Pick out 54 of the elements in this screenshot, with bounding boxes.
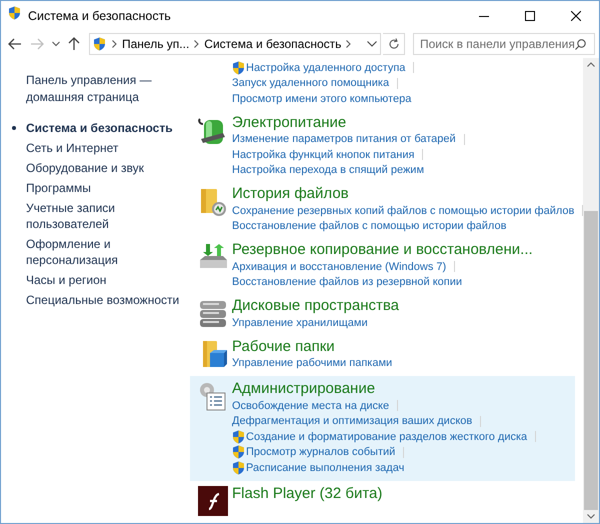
section-title[interactable]: Резервное копирование и восстановлени... [232, 240, 533, 259]
task-link[interactable]: Управление рабочими папками [232, 357, 392, 370]
task-link[interactable]: Восстановление файлов с помощью истории файлов [232, 220, 506, 232]
task-link[interactable]: Настройка удаленного доступа [246, 62, 406, 74]
section-title[interactable]: Администрирование [232, 379, 376, 398]
address-dropdown-button[interactable] [364, 41, 380, 47]
section-title[interactable]: Рабочие папки [232, 336, 335, 356]
stacked-disks-icon [197, 298, 229, 330]
sidebar-item[interactable]: Оформление и персонализация [26, 236, 190, 268]
task-link[interactable]: Настройка перехода в спящий режим [232, 164, 424, 176]
task-link[interactable]: Дефрагментация и оптимизация ваших дисков [232, 415, 472, 428]
section-title[interactable]: Электропитание [232, 112, 346, 132]
scrollbar[interactable] [583, 58, 599, 523]
sidebar-item[interactable]: Часы и регион [26, 272, 190, 288]
task-link[interactable]: Настройка функций кнопок питания [232, 148, 414, 161]
sidebar-item[interactable]: Оборудование и звук [26, 160, 190, 176]
task-link[interactable]: Расписание выполнения задач [246, 462, 404, 474]
caret-icon [52, 41, 60, 47]
scroll-thumb[interactable] [584, 211, 598, 510]
address-bar[interactable]: Панель уп... Система и безопасность [89, 33, 381, 55]
breadcrumb[interactable]: Панель уп... [122, 37, 190, 51]
section-title[interactable]: Дисковые пространства [232, 296, 400, 315]
refresh-button[interactable] [383, 33, 405, 55]
sidebar-item[interactable]: Учетные записи пользователей [26, 200, 190, 232]
flash-logo-icon [198, 486, 228, 516]
task-link[interactable]: Сохранение резервных копий файлов с помощью истории файлов [232, 204, 574, 217]
sidebar-item[interactable]: Система и безопасность [26, 120, 190, 136]
task-link[interactable]: Создание и форматирование разделов жесткого диска [246, 430, 528, 443]
maximize-icon [525, 10, 535, 20]
app-icon [8, 6, 21, 20]
search-icon [575, 38, 586, 50]
task-link[interactable]: Восстановление файлов из резервной копии [232, 276, 462, 288]
section-title[interactable]: Flash Player (32 бита) [232, 484, 382, 502]
sidebar-item[interactable]: Сеть и Интернет [26, 140, 190, 156]
breadcrumb[interactable]: Система и безопасность [204, 37, 342, 51]
sidebar-item[interactable]: Специальные возможности [26, 292, 190, 308]
task-link[interactable]: Запуск удаленного помощника [232, 77, 390, 90]
section-title[interactable]: История файлов [232, 184, 349, 203]
refresh-icon [388, 38, 400, 50]
search-field[interactable]: Поиск в панели управления [413, 33, 595, 55]
window-title: Система и безопасность [28, 8, 172, 22]
chevron-icon [346, 40, 352, 48]
task-link[interactable]: Управление хранилищами [232, 316, 368, 329]
task-link[interactable]: Изменение параметров питания от батарей [232, 133, 456, 146]
task-link[interactable]: Архивация и восстановление (Windows 7) [232, 260, 446, 273]
sidebar-item[interactable]: Программы [26, 180, 190, 196]
task-link[interactable]: Освобождение места на диске [232, 400, 390, 412]
task-link[interactable]: Просмотр имени этого компьютера [232, 92, 412, 105]
chevron-icon [112, 40, 117, 48]
task-link[interactable]: Просмотр журналов событий [246, 446, 396, 458]
close-icon [571, 10, 581, 20]
location-icon [93, 37, 106, 51]
chevron-icon [194, 40, 200, 48]
home-link[interactable]: Панель управления — домашняя страница [1, 72, 190, 106]
